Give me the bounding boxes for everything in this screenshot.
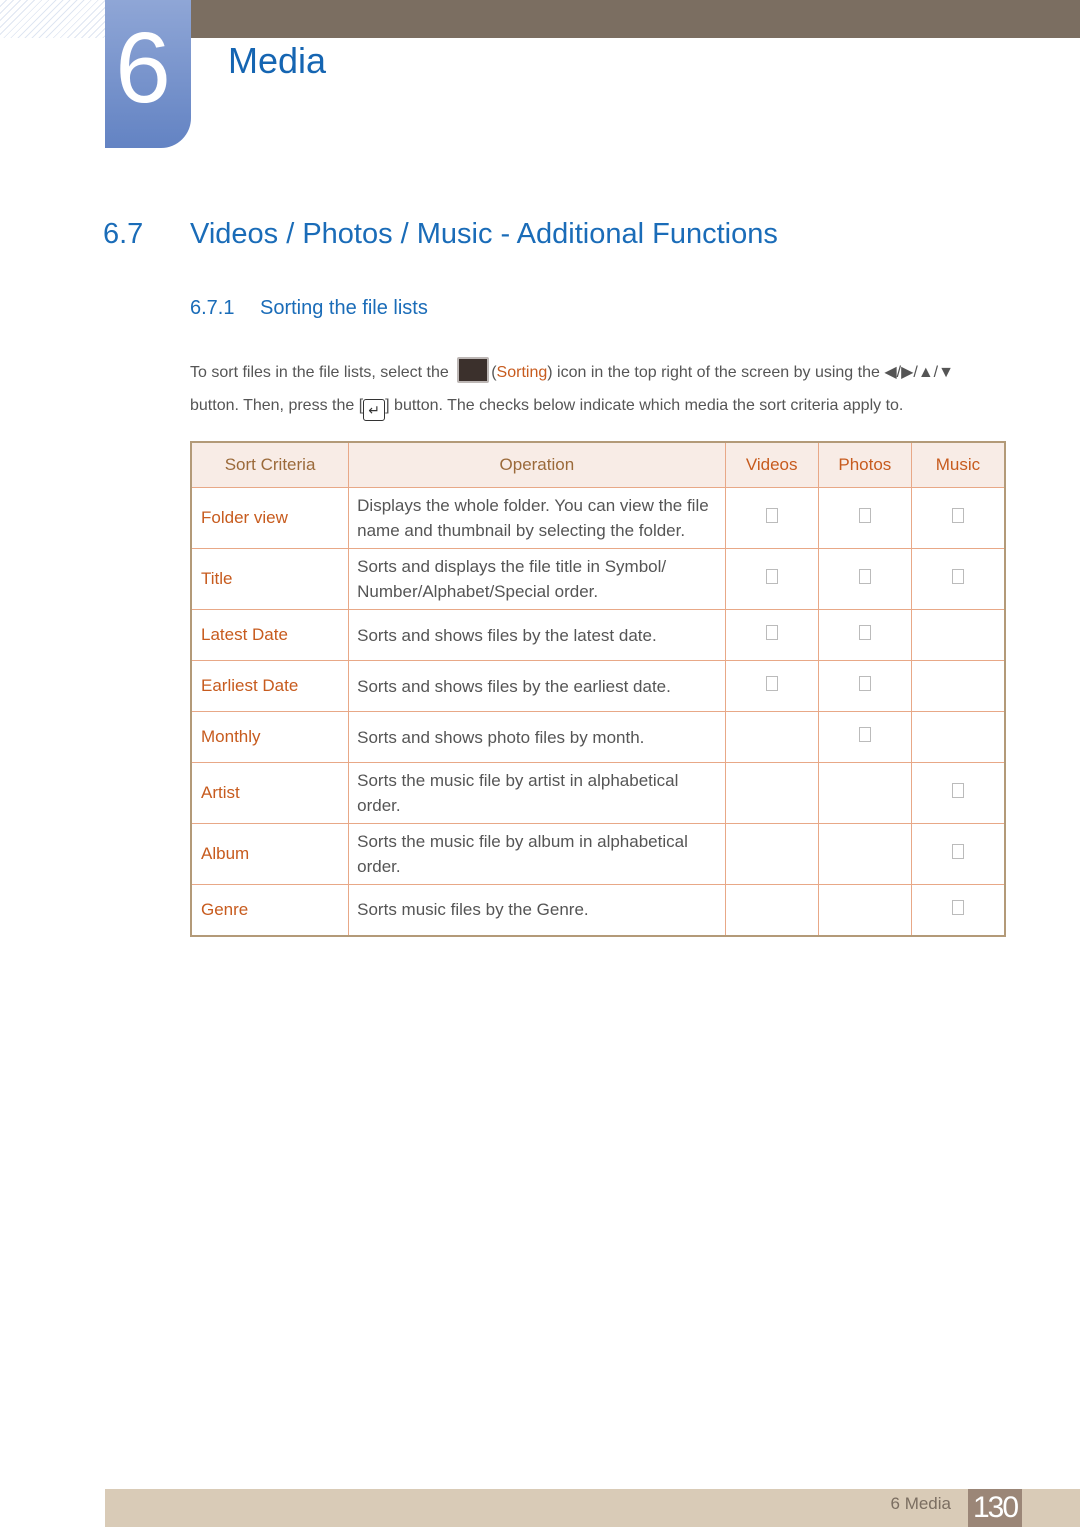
header-bar	[190, 0, 1080, 38]
intro-text-4: ] button. The checks below indicate whic…	[385, 397, 904, 414]
sort-criteria-cell: Monthly	[190, 711, 350, 763]
check-mark-icon	[858, 625, 871, 640]
table-row: Album Sorts the music file by album in al…	[190, 823, 1006, 885]
sort-criteria-cell: Earliest Date	[190, 660, 350, 712]
check-mark-icon	[765, 676, 778, 691]
operation-cell: Sorts and shows files by the earliest da…	[348, 660, 726, 712]
header-photos: Photos	[817, 441, 912, 488]
videos-check-cell	[724, 762, 819, 824]
check-mark-icon	[765, 625, 778, 640]
header-sort-criteria: Sort Criteria	[190, 441, 350, 488]
music-check-cell	[910, 487, 1006, 549]
chapter-title: Media	[228, 40, 327, 81]
intro-paragraph: To sort files in the file lists, select …	[190, 356, 1010, 422]
section-title: Videos / Photos / Music - Additional Fun…	[190, 218, 778, 250]
photos-check-cell	[817, 884, 912, 936]
table-row: Monthly Sorts and shows photo files by mo…	[190, 711, 1006, 763]
check-mark-icon	[858, 508, 871, 523]
sort-criteria-cell: Genre	[190, 884, 350, 936]
chapter-number: 6	[115, 12, 171, 124]
check-mark-icon	[858, 569, 871, 584]
check-mark-icon	[951, 783, 964, 798]
sort-criteria-cell: Folder view	[190, 487, 350, 549]
table-row: Title Sorts and displays the file title i…	[190, 548, 1006, 610]
header-hatch-decoration	[0, 0, 105, 38]
subsection-title: Sorting the file lists	[260, 297, 428, 319]
page-number: 130	[968, 1489, 1022, 1527]
check-mark-icon	[951, 899, 964, 915]
check-mark-icon	[951, 844, 964, 859]
operation-cell: Sorts the music file by artist in alphab…	[348, 762, 726, 824]
videos-check-cell	[724, 609, 819, 661]
table-header-row: Sort Criteria Operation Videos Photos Mu…	[190, 441, 1006, 488]
music-check-cell	[910, 711, 1006, 763]
music-check-cell	[910, 823, 1006, 885]
photos-check-cell	[817, 548, 912, 610]
videos-check-cell	[724, 711, 819, 763]
table-row: Folder view Displays the whole folder. Yo…	[190, 487, 1006, 549]
operation-cell: Sorts and displays the file title in Sym…	[348, 548, 726, 610]
photos-check-cell	[817, 762, 912, 824]
sorting-label: Sorting	[496, 364, 548, 381]
operation-cell: Sorts the music file by album in alphabe…	[348, 823, 726, 885]
check-mark-icon	[765, 508, 778, 523]
table-row: Latest Date Sorts and shows files by the …	[190, 609, 1006, 661]
header-videos: Videos	[724, 441, 819, 488]
operation-cell: Displays the whole folder. You can view …	[348, 487, 726, 549]
music-check-cell	[910, 660, 1006, 712]
sort-criteria-table: Sort Criteria Operation Videos Photos Mu…	[190, 441, 1006, 937]
music-check-cell	[910, 609, 1006, 661]
photos-check-cell	[817, 711, 912, 763]
check-mark-icon	[858, 727, 871, 742]
photos-check-cell	[817, 823, 912, 885]
intro-text-3: button. Then, press the [	[190, 397, 364, 414]
photos-check-cell	[817, 609, 912, 661]
videos-check-cell	[724, 660, 819, 712]
sort-criteria-cell: Title	[190, 548, 350, 610]
music-check-cell	[910, 884, 1006, 936]
music-check-cell	[910, 762, 1006, 824]
videos-check-cell	[724, 823, 819, 885]
footer-chapter-label: 6 Media	[890, 1494, 951, 1513]
photos-check-cell	[817, 487, 912, 549]
photos-check-cell	[817, 660, 912, 712]
sort-criteria-cell: Album	[190, 823, 350, 885]
intro-text-2: icon in the top right of the screen by u…	[552, 364, 885, 381]
operation-cell: Sorts and shows photo files by month.	[348, 711, 726, 763]
sorting-icon	[457, 357, 490, 383]
check-mark-icon	[951, 508, 964, 523]
videos-check-cell	[724, 487, 819, 549]
table-row: Genre Sorts music files by the Genre.	[190, 884, 1006, 936]
header-music: Music	[910, 441, 1006, 488]
videos-check-cell	[724, 884, 819, 936]
music-check-cell	[910, 548, 1006, 610]
operation-cell: Sorts music files by the Genre.	[348, 884, 726, 936]
intro-text-1: To sort files in the file lists, select …	[190, 364, 454, 381]
sort-criteria-cell: Artist	[190, 762, 350, 824]
header-operation: Operation	[348, 441, 726, 488]
arrow-buttons-icon: ◀/▶/▲/▼	[884, 364, 954, 381]
table-row: Artist Sorts the music file by artist in …	[190, 762, 1006, 824]
videos-check-cell	[724, 548, 819, 610]
operation-cell: Sorts and shows files by the latest date…	[348, 609, 726, 661]
sort-criteria-cell: Latest Date	[190, 609, 350, 661]
check-mark-icon	[765, 569, 778, 584]
section-number: 6.7	[103, 218, 144, 250]
subsection-number: 6.7.1	[190, 297, 235, 319]
check-mark-icon	[858, 676, 871, 691]
enter-icon: ↵	[363, 399, 386, 421]
table-row: Earliest Date Sorts and shows files by th…	[190, 660, 1006, 712]
check-mark-icon	[951, 569, 964, 584]
